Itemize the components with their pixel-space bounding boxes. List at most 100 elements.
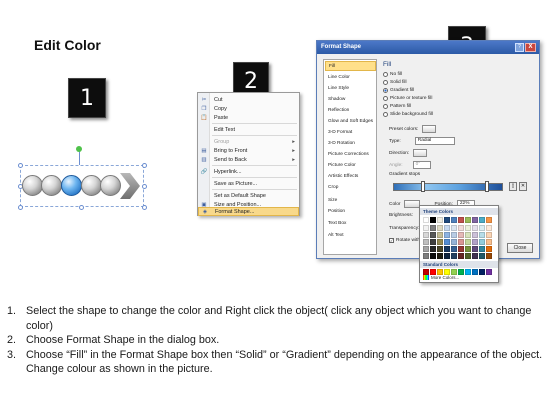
color-swatch[interactable]	[479, 253, 485, 259]
menu-item-paste[interactable]: 📋 Paste	[198, 113, 299, 122]
nav-item-alt-text[interactable]: Alt Text	[325, 230, 376, 240]
color-swatch[interactable]	[437, 253, 443, 259]
help-button[interactable]: ?	[515, 43, 524, 52]
color-swatch[interactable]	[486, 246, 492, 252]
color-swatch[interactable]	[423, 253, 429, 259]
color-swatch[interactable]	[479, 246, 485, 252]
color-swatch[interactable]	[437, 225, 443, 231]
color-swatch[interactable]	[472, 225, 478, 231]
rotation-handle[interactable]	[76, 146, 82, 152]
color-swatch[interactable]	[444, 253, 450, 259]
color-swatch[interactable]	[437, 246, 443, 252]
color-swatch[interactable]	[458, 232, 464, 238]
color-swatch[interactable]	[465, 269, 471, 275]
color-swatch[interactable]	[444, 217, 450, 223]
color-swatch[interactable]	[451, 232, 457, 238]
color-swatch[interactable]	[423, 217, 429, 223]
nav-item-reflection[interactable]: Reflection	[325, 105, 376, 115]
color-swatch[interactable]	[444, 225, 450, 231]
nav-item-line-style[interactable]: Line Style	[325, 83, 376, 93]
color-swatch[interactable]	[486, 225, 492, 231]
nav-item-3d-format[interactable]: 3-D Format	[325, 127, 376, 137]
color-swatch[interactable]	[465, 253, 471, 259]
color-swatch[interactable]	[430, 246, 436, 252]
menu-item-bring-to-front[interactable]: ▤ Bring to Front ▸	[198, 146, 299, 155]
nav-item-picture-corrections[interactable]: Picture Corrections	[325, 149, 376, 159]
color-swatch[interactable]	[437, 217, 443, 223]
color-swatch[interactable]	[451, 246, 457, 252]
resize-handle-nw[interactable]	[18, 163, 23, 168]
gradient-stop-handle[interactable]	[485, 181, 489, 192]
color-swatch[interactable]	[423, 246, 429, 252]
color-swatch[interactable]	[451, 239, 457, 245]
add-stop-button[interactable]: ▯	[509, 182, 517, 191]
color-swatch[interactable]	[458, 217, 464, 223]
type-select[interactable]: Radial	[414, 137, 455, 145]
color-swatch[interactable]	[486, 269, 492, 275]
color-swatch[interactable]	[472, 269, 478, 275]
color-swatch[interactable]	[472, 239, 478, 245]
menu-item-set-default-shape[interactable]: Set as Default Shape	[198, 191, 299, 200]
radio-solid-fill[interactable]: Solid fill	[383, 80, 407, 85]
color-swatch[interactable]	[458, 239, 464, 245]
gray-ball-shape[interactable]	[100, 175, 121, 196]
color-swatch[interactable]	[465, 217, 471, 223]
color-swatch[interactable]	[465, 239, 471, 245]
color-swatch[interactable]	[437, 239, 443, 245]
color-swatch[interactable]	[458, 225, 464, 231]
resize-handle-e[interactable]	[142, 184, 147, 189]
gray-ball-shape[interactable]	[41, 175, 62, 196]
radio-picture-fill[interactable]: Picture or texture fill	[383, 96, 432, 101]
color-swatch[interactable]	[465, 225, 471, 231]
menu-item-save-as-picture[interactable]: Save as Picture...	[198, 179, 299, 188]
color-swatch[interactable]	[458, 253, 464, 259]
menu-item-copy[interactable]: ❐ Copy	[198, 104, 299, 113]
menu-item-edit-text[interactable]: Edit Text	[198, 125, 299, 134]
color-swatch[interactable]	[472, 253, 478, 259]
color-swatch[interactable]	[479, 269, 485, 275]
gray-ball-shape[interactable]	[22, 175, 43, 196]
color-swatch[interactable]	[465, 246, 471, 252]
color-swatch[interactable]	[472, 217, 478, 223]
color-swatch[interactable]	[423, 232, 429, 238]
nav-item-position[interactable]: Position	[325, 206, 376, 216]
gradient-stop-handle[interactable]	[421, 181, 425, 192]
gray-ball-shape[interactable]	[81, 175, 102, 196]
menu-item-hyperlink[interactable]: 🔗 Hyperlink...	[198, 167, 299, 176]
nav-item-shadow[interactable]: Shadow	[325, 94, 376, 104]
resize-handle-ne[interactable]	[142, 163, 147, 168]
close-button[interactable]: Close	[507, 243, 533, 253]
resize-handle-s[interactable]	[79, 205, 84, 210]
nav-item-picture-color[interactable]: Picture Color	[325, 160, 376, 170]
nav-item-size[interactable]: Size	[325, 195, 376, 205]
color-swatch[interactable]	[451, 253, 457, 259]
color-swatch[interactable]	[479, 225, 485, 231]
color-swatch[interactable]	[430, 239, 436, 245]
color-swatch[interactable]	[486, 232, 492, 238]
preset-colors-dropdown[interactable]	[422, 125, 437, 133]
radio-gradient-fill[interactable]: Gradient fill	[383, 88, 414, 93]
color-swatch[interactable]	[430, 253, 436, 259]
color-swatch[interactable]	[423, 225, 429, 231]
nav-item-crop[interactable]: Crop	[325, 182, 376, 192]
close-icon[interactable]: X	[525, 43, 536, 52]
selected-blue-ball-shape[interactable]	[61, 175, 82, 196]
color-swatch[interactable]	[486, 253, 492, 259]
resize-handle-se[interactable]	[142, 205, 147, 210]
menu-item-send-to-back[interactable]: ▥ Send to Back ▸	[198, 155, 299, 164]
color-swatch[interactable]	[472, 246, 478, 252]
color-swatch[interactable]	[479, 232, 485, 238]
nav-item-text-box[interactable]: Text Box	[325, 218, 376, 228]
nav-item-fill[interactable]: Fill	[325, 61, 376, 71]
color-swatch[interactable]	[444, 246, 450, 252]
direction-dropdown[interactable]	[413, 149, 428, 157]
color-swatch[interactable]	[430, 217, 436, 223]
color-swatch[interactable]	[451, 217, 457, 223]
remove-stop-button[interactable]: ✕	[519, 182, 527, 191]
nav-item-3d-rotation[interactable]: 3-D Rotation	[325, 138, 376, 148]
selected-shape-group[interactable]	[18, 146, 147, 211]
color-swatch[interactable]	[479, 217, 485, 223]
menu-item-format-shape[interactable]: ◈ Format Shape...	[198, 207, 299, 216]
color-swatch[interactable]	[479, 239, 485, 245]
color-swatch[interactable]	[444, 232, 450, 238]
